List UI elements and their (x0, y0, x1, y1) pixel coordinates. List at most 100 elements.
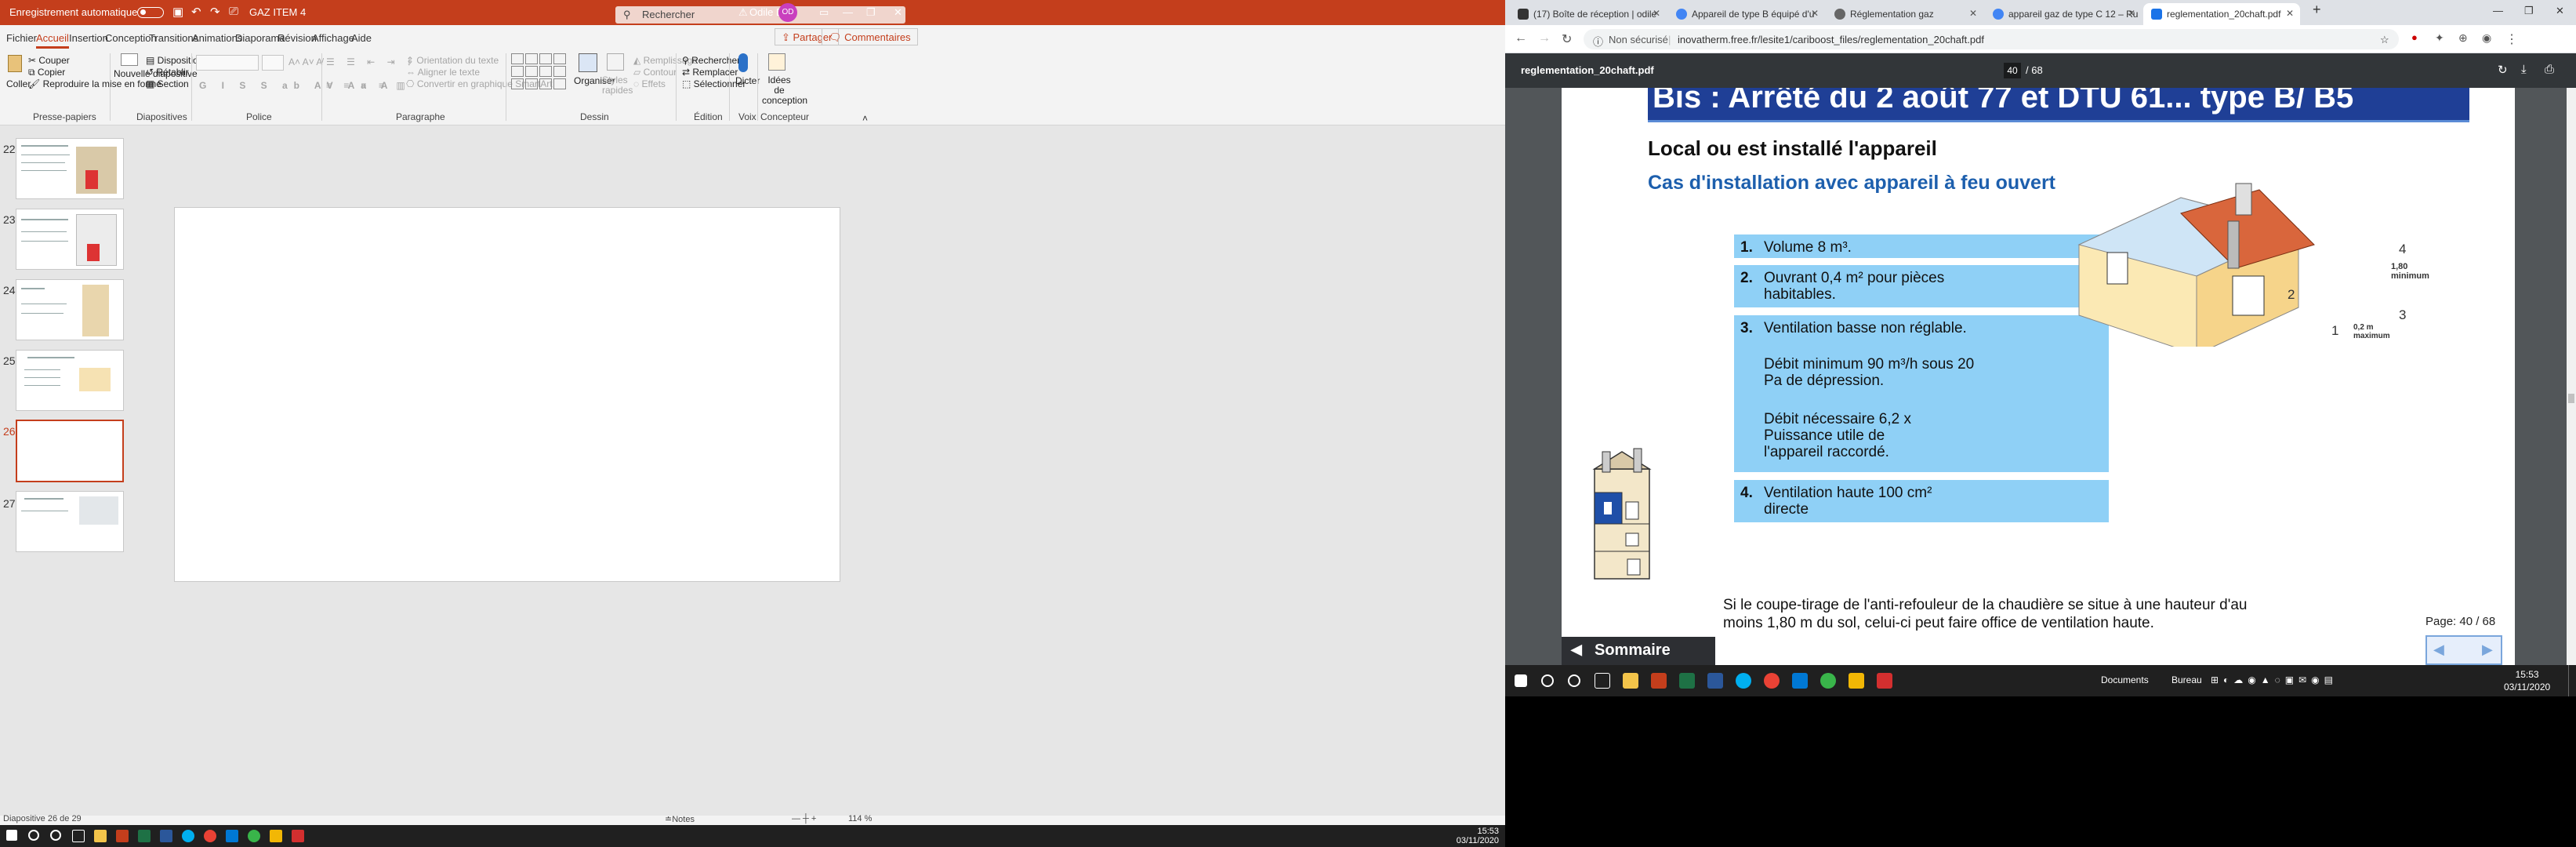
undo-icon[interactable]: ↶ (191, 5, 201, 19)
shape-icon[interactable] (553, 66, 566, 77)
design-ideas-icon[interactable] (768, 53, 785, 71)
toolbar-documents[interactable]: Documents (2101, 674, 2149, 685)
align-text-button[interactable]: ⇔ Aligner le texte (406, 67, 480, 78)
browser-tab[interactable]: Réglementation gaz ✕ (1827, 3, 1983, 25)
next-page-icon[interactable]: ▶ (2482, 642, 2493, 658)
present-icon[interactable]: ⎚ (229, 5, 238, 18)
powerpoint-icon[interactable] (1651, 673, 1667, 689)
close-icon[interactable]: ✕ (2556, 5, 2564, 17)
download-icon[interactable]: ⤓ (2521, 63, 2527, 76)
browser-tab[interactable]: Appareil de type B équipé d'u ✕ (1668, 3, 1825, 25)
slide-thumbnail[interactable] (16, 279, 124, 340)
align-icons[interactable]: ≡ ≡ ≡ ≡ ▥ (326, 80, 410, 91)
tab-transitions[interactable]: Transitions (149, 32, 198, 44)
notes-button[interactable]: ≐ Notes (665, 814, 695, 824)
shape-icon[interactable] (525, 66, 538, 77)
section-button[interactable]: ▦ Section (146, 78, 189, 89)
store-icon[interactable] (1623, 673, 1638, 689)
toolbar-bureau[interactable]: Bureau (2171, 674, 2202, 685)
acrobat-icon[interactable] (292, 830, 304, 842)
profile-icon[interactable]: ◉ (2482, 31, 2491, 45)
mail-icon[interactable] (1792, 673, 1808, 689)
slide-thumbnails-panel[interactable]: 22 23 24 25 26 27 (0, 125, 141, 778)
text-direction-button[interactable]: ⇕ Orientation du texte (406, 55, 499, 66)
shape-icon[interactable] (539, 78, 552, 89)
extension-icon[interactable]: ● (2411, 31, 2418, 43)
bookmark-star-icon[interactable]: ☆ (2380, 34, 2389, 46)
forward-icon[interactable]: → (1538, 31, 1551, 45)
page-number-input[interactable]: 40 (2004, 63, 2021, 78)
close-tab-icon[interactable]: ✕ (2286, 8, 2294, 19)
effects-button[interactable]: ◌ Effets (633, 78, 666, 89)
app-icon[interactable] (1820, 673, 1836, 689)
word-icon[interactable] (160, 830, 172, 842)
close-icon[interactable]: ✕ (894, 6, 902, 19)
tab-aide[interactable]: Aide (351, 32, 372, 44)
paste-icon[interactable] (8, 55, 22, 72)
shape-icon[interactable] (539, 66, 552, 77)
scrollbar-thumb[interactable] (2568, 394, 2574, 403)
reload-icon[interactable]: ↻ (1562, 31, 1572, 47)
close-tab-icon[interactable]: ✕ (1653, 8, 1660, 19)
zoom-slider[interactable]: — ┼ + (792, 814, 816, 823)
new-slide-icon[interactable] (121, 53, 138, 66)
menu-icon[interactable]: ⋮ (2505, 31, 2518, 47)
paste-label[interactable]: Coller (6, 78, 31, 89)
autosave-toggle[interactable] (137, 7, 164, 18)
new-tab-icon[interactable]: + (2313, 2, 2321, 18)
file-explorer-icon[interactable] (1849, 673, 1864, 689)
grow-font-icon[interactable]: A˄ A˅ A̸ (288, 56, 322, 67)
new-slide-label[interactable]: Nouvelle diapositive (114, 69, 198, 79)
quick-styles-label[interactable]: Styles rapides (602, 75, 633, 96)
font-size-combo[interactable] (262, 55, 284, 71)
ribbon-display-icon[interactable]: ▭ (819, 6, 829, 19)
prev-page-icon[interactable]: ◀ (2433, 642, 2444, 658)
close-tab-icon[interactable]: ✕ (2128, 8, 2135, 19)
copy-button[interactable]: ⧉ Copier (28, 67, 65, 78)
slide-thumbnail[interactable] (16, 209, 124, 270)
address-bar[interactable]: ⓘ Non sécurisé | inovatherm.free.fr/lesi… (1584, 29, 2399, 49)
find-button[interactable]: ⚲ Rechercher (682, 55, 740, 66)
minimize-icon[interactable]: — (843, 6, 853, 18)
arrange-icon[interactable] (579, 53, 597, 72)
dictate-label[interactable]: Dicter (735, 75, 760, 86)
slide-canvas[interactable] (174, 207, 840, 582)
chrome-icon[interactable] (204, 830, 216, 842)
collapse-ribbon-icon[interactable]: ˄ (862, 113, 868, 124)
search-icon[interactable] (28, 830, 39, 841)
store-icon[interactable] (94, 830, 107, 842)
comments-button[interactable]: 🗨 Commentaires (822, 28, 918, 45)
mail-icon[interactable] (226, 830, 238, 842)
quick-styles-icon[interactable] (607, 53, 624, 71)
cut-button[interactable]: ✂ Couper (28, 55, 70, 66)
maximize-icon[interactable]: ❐ (2524, 5, 2534, 17)
task-view-icon[interactable] (72, 830, 85, 842)
show-desktop-button[interactable] (2568, 665, 2571, 696)
url-text[interactable]: inovatherm.free.fr/lesite1/cariboost_fil… (1678, 34, 1984, 45)
maximize-icon[interactable]: ❐ (866, 6, 876, 19)
shape-icon[interactable] (553, 53, 566, 64)
search-icon[interactable] (1541, 674, 1554, 687)
cortana-icon[interactable] (1568, 674, 1580, 687)
layout-button[interactable]: ▤ Disposition (146, 55, 203, 66)
browser-tab[interactable]: (17) Boîte de réception | odile ✕ (1510, 3, 1667, 25)
sommaire-button[interactable]: ◀ Sommaire (1562, 637, 1715, 665)
windows-start-icon[interactable] (6, 830, 17, 841)
browser-tab[interactable]: appareil gaz de type C 12 – Ru ✕ (1985, 3, 2142, 25)
tray-icons[interactable]: ⊞◐☁◉▲◌▣✉◉▤ (2211, 674, 2338, 685)
shape-icon[interactable] (525, 53, 538, 64)
tab-insertion[interactable]: Insertion (69, 32, 108, 44)
rotate-icon[interactable]: ↻ (2498, 63, 2508, 77)
format-painter-button[interactable]: 🖌 Reproduire la mise en forme (28, 78, 161, 89)
taskbar-clock[interactable]: 15:53 03/11/2020 (1457, 827, 1499, 845)
skype-icon[interactable] (1736, 673, 1751, 689)
app-icon[interactable] (248, 830, 260, 842)
zoom-level[interactable]: 114 % (848, 814, 872, 823)
slide-thumbnail[interactable] (16, 491, 124, 552)
tab-revision[interactable]: Révision (278, 32, 317, 44)
warning-icon[interactable]: ⚠ (738, 6, 748, 19)
close-tab-icon[interactable]: ✕ (1969, 8, 1977, 19)
back-icon[interactable]: ← (1515, 31, 1527, 45)
taskbar-clock[interactable]: 15:53 03/11/2020 (2504, 668, 2550, 693)
outline-button[interactable]: ▱ Contour (633, 67, 677, 78)
